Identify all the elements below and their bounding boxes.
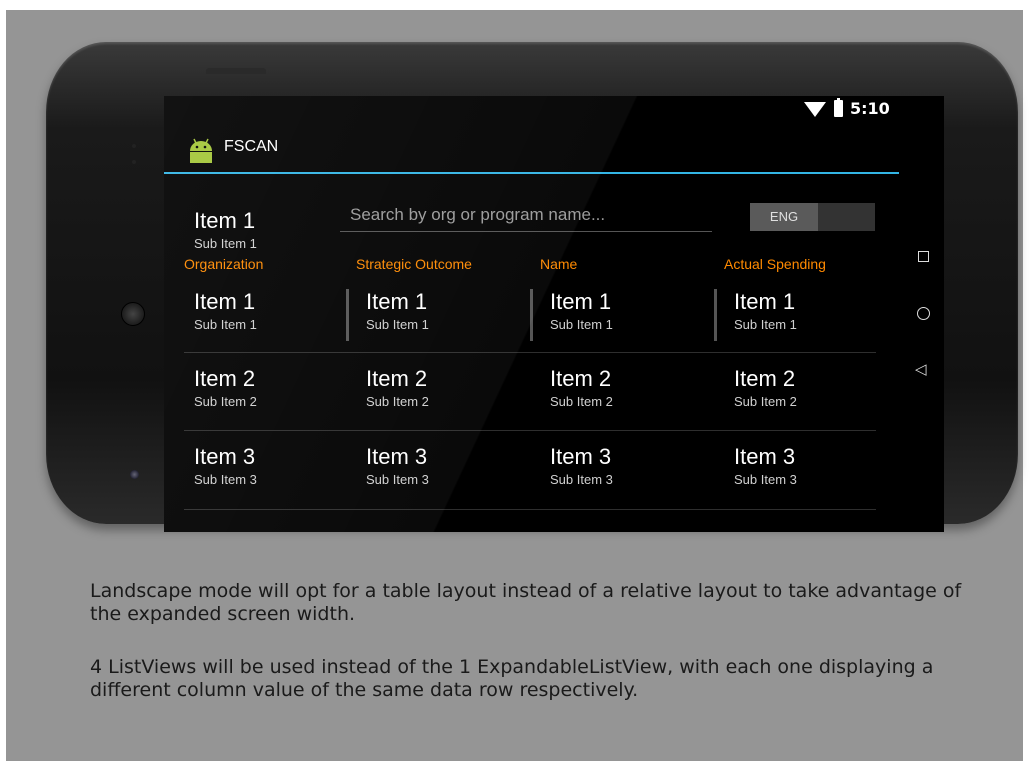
slide-background: 5:10 FSCAN Item 1 Sub Item 1 Search by o… (6, 10, 1023, 761)
language-toggle[interactable]: ENG (750, 203, 875, 231)
language-toggle-label: ENG (750, 203, 818, 231)
wifi-icon (804, 102, 826, 117)
cell-title: Item 3 (194, 444, 256, 469)
recents-square-icon[interactable] (918, 251, 929, 262)
cell-title: Item 2 (550, 366, 612, 391)
sensor-dot (132, 144, 136, 148)
cell-title: Item 2 (734, 366, 796, 391)
cell-subtitle: Sub Item 2 (366, 394, 429, 409)
caption-paragraph-2: 4 ListViews will be used instead of the … (90, 656, 934, 701)
list-item[interactable]: Item 1 Sub Item 1 (714, 289, 884, 365)
column-divider (346, 289, 349, 341)
battery-icon (834, 98, 843, 117)
search-input[interactable]: Search by org or program name... (340, 201, 712, 232)
main-content: Item 1 Sub Item 1 Search by org or progr… (164, 176, 899, 532)
column-header-organization: Organization (184, 256, 264, 272)
column-header-strategic-outcome: Strategic Outcome (356, 256, 472, 272)
front-camera (130, 470, 139, 479)
cell-title: Item 1 (194, 289, 256, 314)
list-item[interactable]: Item 1 Sub Item 1 (184, 289, 354, 365)
selected-item-title: Item 1 (194, 208, 256, 233)
cell-subtitle: Sub Item 3 (366, 472, 429, 487)
cell-title: Item 3 (550, 444, 612, 469)
cell-subtitle: Sub Item 1 (194, 317, 257, 332)
cell-title: Item 2 (194, 366, 256, 391)
navigation-bar: ◁ (899, 96, 944, 532)
column-divider (714, 289, 717, 341)
column-header-actual-spending: Actual Spending (724, 256, 826, 272)
cell-subtitle: Sub Item 3 (734, 472, 797, 487)
cell-title: Item 1 (734, 289, 796, 314)
phone-frame: 5:10 FSCAN Item 1 Sub Item 1 Search by o… (46, 42, 1018, 532)
power-button (206, 68, 266, 74)
cell-title: Item 3 (366, 444, 428, 469)
cell-subtitle: Sub Item 2 (550, 394, 613, 409)
caption-paragraph-1: Landscape mode will opt for a table layo… (90, 580, 962, 625)
status-bar: 5:10 (164, 96, 899, 124)
row-divider (184, 509, 876, 510)
back-triangle-icon[interactable]: ◁ (915, 362, 927, 377)
cell-subtitle: Sub Item 2 (734, 394, 797, 409)
action-bar: FSCAN (164, 124, 899, 174)
row-divider (184, 430, 876, 431)
app-title: FSCAN (224, 138, 279, 155)
status-clock: 5:10 (850, 99, 890, 118)
column-header-name: Name (540, 256, 578, 272)
cell-title: Item 1 (550, 289, 612, 314)
row-divider (184, 352, 876, 353)
cell-subtitle: Sub Item 1 (734, 317, 797, 332)
cell-subtitle: Sub Item 2 (194, 394, 257, 409)
search-placeholder: Search by org or program name... (350, 205, 606, 224)
cell-subtitle: Sub Item 1 (366, 317, 429, 332)
cell-title: Item 3 (734, 444, 796, 469)
speaker-grille (121, 302, 145, 326)
cell-subtitle: Sub Item 3 (550, 472, 613, 487)
android-icon (190, 138, 212, 163)
cell-subtitle: Sub Item 3 (194, 472, 257, 487)
cell-title: Item 2 (366, 366, 428, 391)
home-circle-icon[interactable] (917, 307, 930, 320)
selected-item[interactable]: Item 1 Sub Item 1 (194, 208, 257, 251)
sensor-dot (132, 160, 136, 164)
phone-screen: 5:10 FSCAN Item 1 Sub Item 1 Search by o… (164, 96, 944, 532)
list-item[interactable]: Item 1 Sub Item 1 (346, 289, 516, 365)
cell-subtitle: Sub Item 1 (550, 317, 613, 332)
cell-title: Item 1 (366, 289, 428, 314)
list-item[interactable]: Item 1 Sub Item 1 (530, 289, 700, 365)
selected-item-subtitle: Sub Item 1 (194, 236, 257, 251)
column-divider (530, 289, 533, 341)
